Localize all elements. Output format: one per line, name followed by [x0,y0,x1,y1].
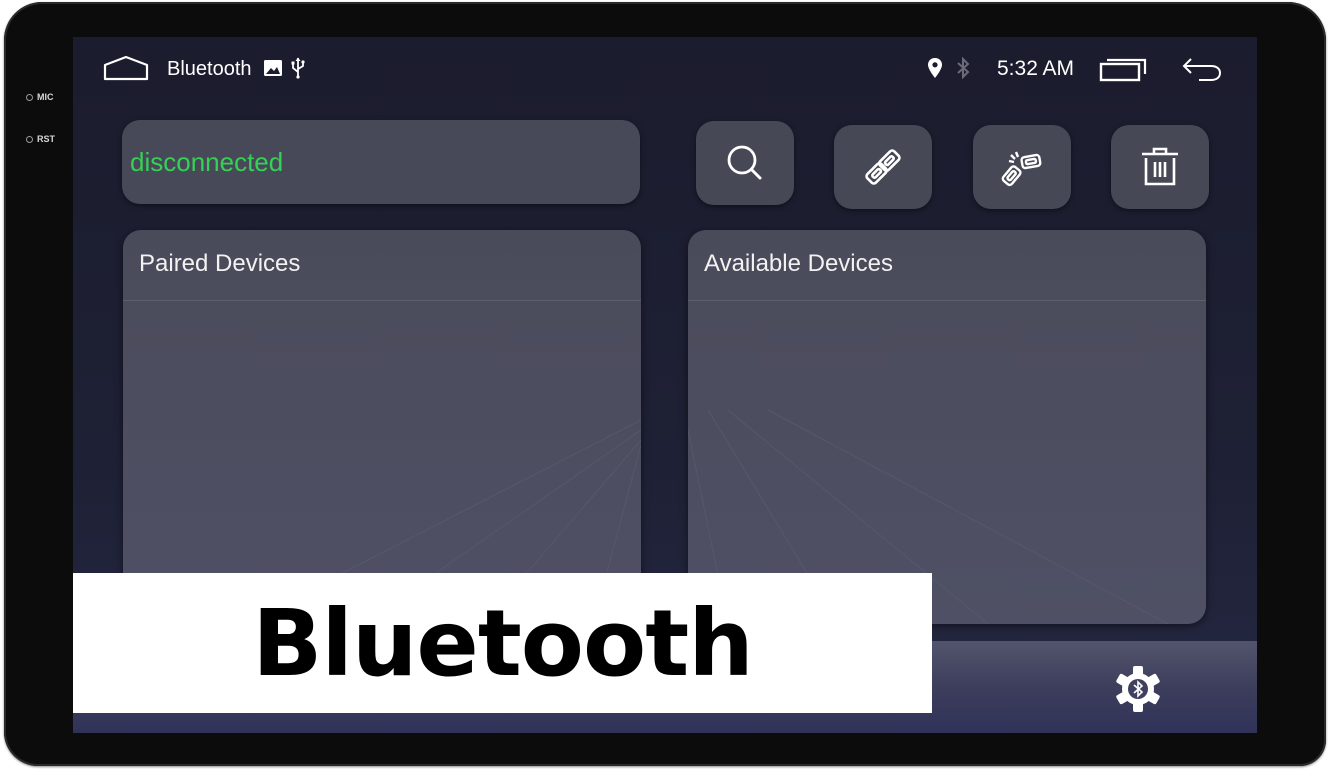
mic-indicator: MIC [26,92,54,102]
caption-banner: Bluetooth [73,573,932,713]
connection-status-field: disconnected [122,120,640,204]
usb-icon [291,57,305,79]
broken-link-icon [1001,151,1042,187]
location-icon [928,58,942,78]
image-icon [264,60,282,76]
bluetooth-settings-icon [1116,666,1160,712]
paired-devices-panel: Paired Devices [123,230,641,624]
available-devices-panel: Available Devices [688,230,1206,624]
recents-button[interactable] [1099,56,1149,82]
delete-button[interactable] [1111,125,1209,209]
status-bar: Bluetooth 5:32 AM [73,37,1257,99]
caption-text: Bluetooth [252,589,753,697]
reset-hole-icon [26,135,33,143]
bluetooth-settings-button[interactable] [1113,664,1163,714]
app-title: Bluetooth [167,58,252,80]
connection-status: disconnected [130,147,284,177]
available-devices-title: Available Devices [704,250,893,277]
back-icon [1182,58,1222,81]
disconnect-button[interactable] [973,125,1071,209]
home-button[interactable] [103,55,149,81]
mic-label: MIC [37,92,54,102]
home-icon [103,55,149,81]
clock: 5:32 AM [997,57,1075,80]
reset-label: RST [37,134,55,144]
bluetooth-icon [957,56,970,80]
link-icon [865,149,901,185]
search-icon [727,145,762,180]
search-button[interactable] [696,121,794,205]
recents-icon [1099,58,1147,82]
paired-devices-title: Paired Devices [139,250,301,277]
connect-button[interactable] [834,125,932,209]
reset-button[interactable]: RST [26,134,55,144]
back-button[interactable] [1181,55,1225,85]
trash-icon [1142,147,1178,186]
mic-hole-icon [26,93,33,101]
